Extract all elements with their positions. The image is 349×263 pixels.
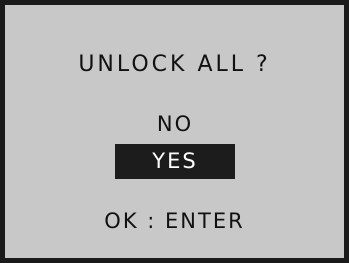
- option-yes-selected[interactable]: YES: [115, 144, 235, 179]
- option-no[interactable]: NO: [115, 109, 235, 139]
- unlock-all-dialog: UNLOCK ALL ? NO YES OK : ENTER: [0, 0, 349, 263]
- dialog-title: UNLOCK ALL ?: [78, 52, 271, 77]
- ok-enter-hint: OK : ENTER: [104, 209, 245, 233]
